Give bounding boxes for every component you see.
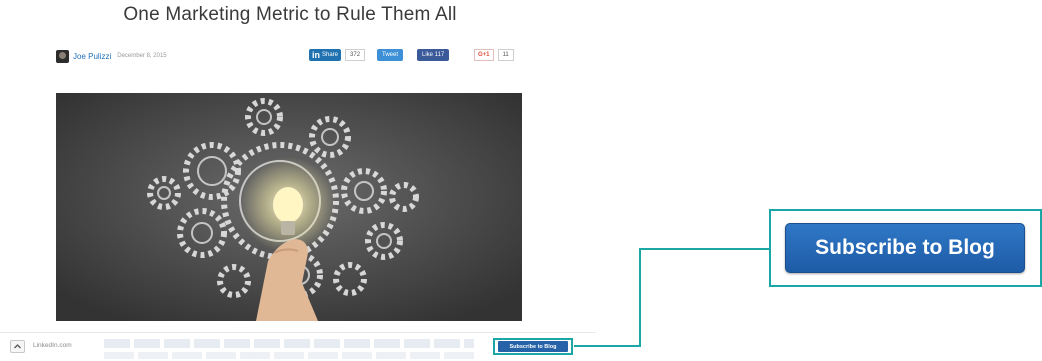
publish-date: December 8, 2015 [117,53,167,59]
author-avatar [56,49,69,63]
gplus-count: 11 [497,49,514,61]
faded-article-excerpt [104,339,474,359]
author-link[interactable]: Joe Pulizzi [73,52,111,61]
subscribe-button-large[interactable]: Subscribe to Blog [785,223,1025,273]
facebook-share-group: Like 117 [417,48,450,62]
facebook-like-label: Like 117 [422,52,445,58]
article-title: One Marketing Metric to Rule Them All [123,4,457,25]
subscribe-callout: Subscribe to Blog [769,209,1042,287]
hero-image [56,93,522,321]
gplus-share-group: G+1 11 [474,48,514,62]
linkedin-share-group: in Share 372 [309,48,366,62]
site-label: LinkedIn.com [33,342,72,349]
linkedin-share-count: 372 [345,49,366,61]
facebook-like-button[interactable]: Like 117 [417,49,450,61]
twitter-share-group: Tweet [377,48,404,62]
tweet-button[interactable]: Tweet [377,49,404,61]
subscribe-highlight: Subscribe to Blog [493,338,573,355]
linkedin-share-label: Share [322,52,339,58]
footer-bar: LinkedIn.com Subscribe to Blog [0,337,596,361]
subscribe-button-small[interactable]: Subscribe to Blog [498,341,568,352]
lightbulb-gears-illustration [56,93,522,321]
linkedin-icon: in [312,50,320,60]
scroll-up-button[interactable] [10,340,25,353]
chevron-up-icon [14,344,21,349]
gplus-button[interactable]: G+1 [474,49,494,61]
tweet-label: Tweet [382,52,399,58]
linkedin-share-button[interactable]: in Share [309,49,342,61]
byline: Joe Pulizzi December 8, 2015 [56,46,167,66]
footer-divider [0,332,596,333]
